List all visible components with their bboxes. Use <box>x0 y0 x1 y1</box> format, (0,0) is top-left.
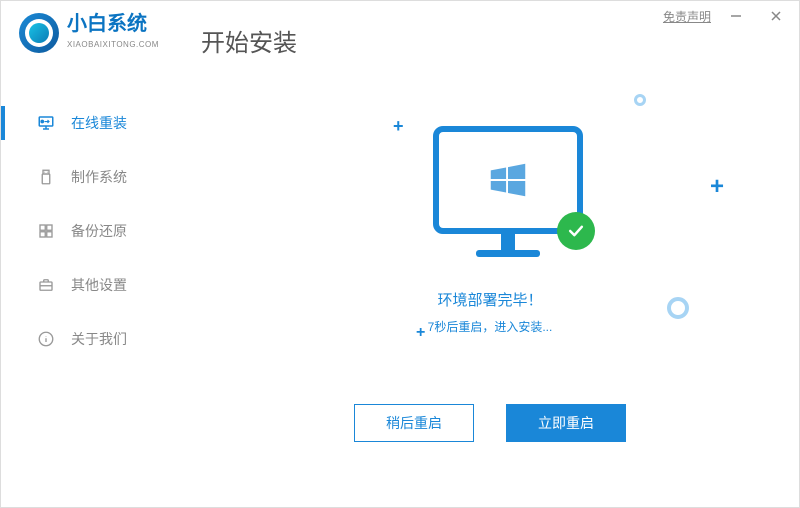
page-title: 开始安装 <box>201 23 297 58</box>
plus-icon: + <box>393 116 404 137</box>
sidebar: 在线重装 制作系统 备份还原 其他设置 关于我们 <box>1 96 191 366</box>
sidebar-item-makesys[interactable]: 制作系统 <box>1 150 191 204</box>
briefcase-icon <box>37 276 55 294</box>
status-sub: 7秒后重启，进入安装... <box>201 318 779 335</box>
usb-icon <box>37 168 55 186</box>
monitor-icon <box>37 114 55 132</box>
logo-icon <box>19 13 59 53</box>
logo: 小白系统 XIAOBAIXITONG.COM <box>19 13 159 53</box>
success-check-icon <box>557 212 595 250</box>
titlebar: 免责声明 <box>663 1 799 31</box>
logo-subtitle: XIAOBAIXITONG.COM <box>67 40 159 49</box>
close-button[interactable] <box>761 1 791 31</box>
sidebar-item-reinstall[interactable]: 在线重装 <box>1 96 191 150</box>
sidebar-item-label: 制作系统 <box>71 167 127 187</box>
info-icon <box>37 330 55 348</box>
main-content: + + + 环境部署完毕！ 7秒后重启，进入安装... 稍后重启 立即重启 <box>201 91 779 487</box>
sidebar-item-label: 关于我们 <box>71 329 127 349</box>
restart-now-button[interactable]: 立即重启 <box>506 404 626 442</box>
status-text: 环境部署完毕！ 7秒后重启，进入安装... <box>201 289 779 335</box>
sidebar-item-backup[interactable]: 备份还原 <box>1 204 191 258</box>
status-main: 环境部署完毕！ <box>201 289 779 310</box>
sidebar-item-label: 其他设置 <box>71 275 127 295</box>
logo-title: 小白系统 <box>67 14 159 34</box>
sidebar-item-about[interactable]: 关于我们 <box>1 312 191 366</box>
sidebar-item-label: 在线重装 <box>71 113 127 133</box>
plus-icon: + <box>710 173 724 201</box>
sidebar-item-label: 备份还原 <box>71 221 127 241</box>
minimize-button[interactable] <box>721 1 751 31</box>
restart-later-button[interactable]: 稍后重启 <box>354 404 474 442</box>
sidebar-item-settings[interactable]: 其他设置 <box>1 258 191 312</box>
monitor-illustration <box>433 126 583 274</box>
button-row: 稍后重启 立即重启 <box>201 404 779 442</box>
windows-icon <box>485 157 531 203</box>
disclaimer-link[interactable]: 免责声明 <box>663 8 711 25</box>
grid-icon <box>37 222 55 240</box>
circle-icon <box>634 94 646 106</box>
